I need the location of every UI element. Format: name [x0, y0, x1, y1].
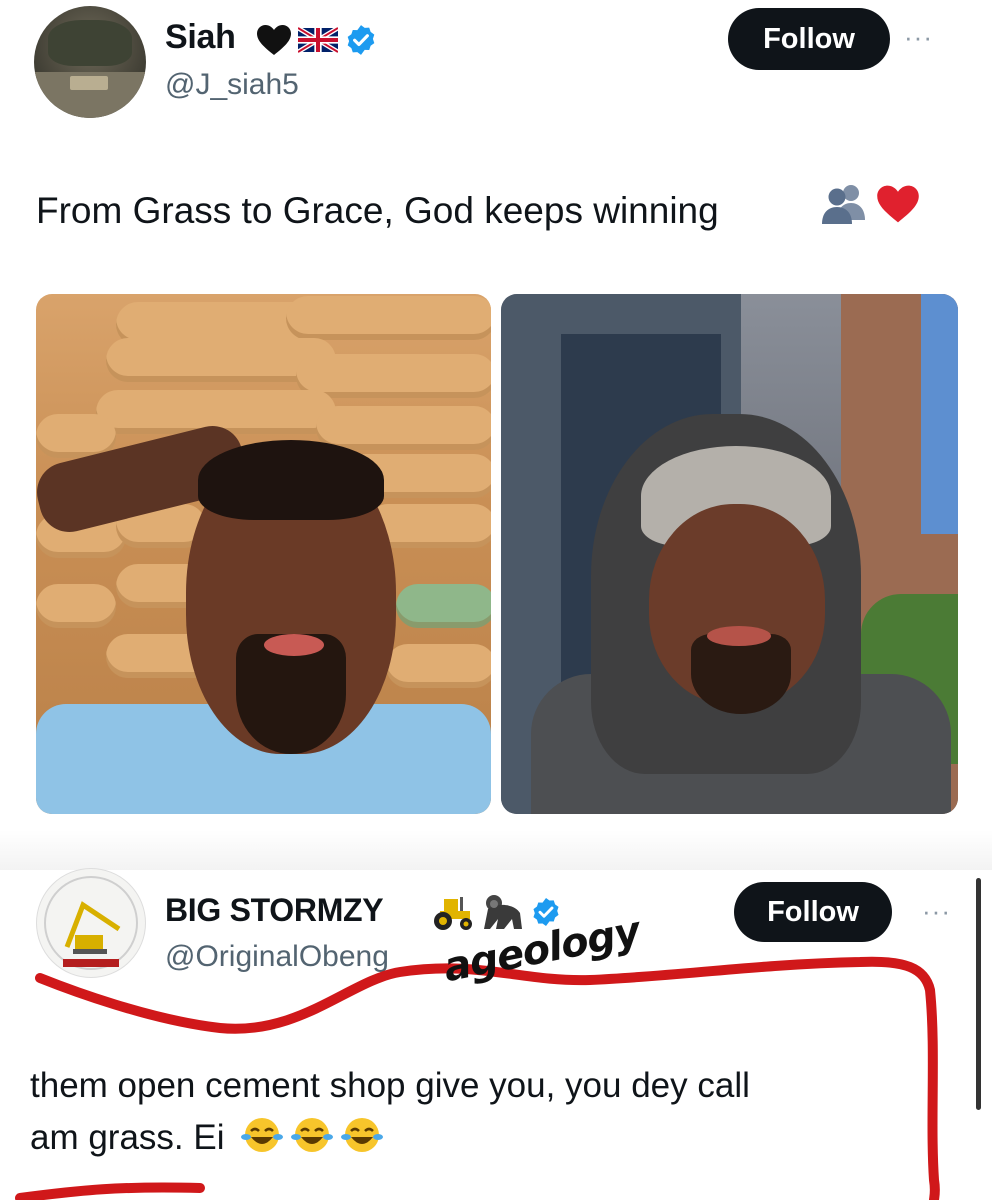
- verified-badge-icon: [347, 25, 375, 55]
- tweet-text-line2: am grass. Ei: [30, 1118, 225, 1157]
- black-heart-icon: [257, 25, 291, 55]
- display-name[interactable]: BIG STORMZY: [165, 892, 384, 929]
- uk-flag-icon: [298, 26, 338, 54]
- profile-avatar[interactable]: [34, 6, 146, 118]
- follow-button[interactable]: Follow: [728, 8, 890, 70]
- tweet-text: them open cement shop give you, you dey …: [30, 1060, 930, 1170]
- tweet-divider: [0, 830, 992, 870]
- tweet-text: From Grass to Grace, God keeps winning: [36, 190, 719, 231]
- more-options-icon[interactable]: ···: [922, 896, 951, 927]
- user-handle[interactable]: @J_siah5: [165, 68, 299, 102]
- name-badges: [256, 22, 378, 58]
- busts-in-silhouette-icon: [822, 185, 865, 224]
- tractor-icon: [434, 897, 472, 930]
- gorilla-icon: [484, 895, 522, 929]
- tears-of-joy-icon: [240, 1115, 284, 1170]
- follow-button[interactable]: Follow: [734, 882, 892, 942]
- tweet-text-line1: them open cement shop give you, you dey …: [30, 1066, 750, 1105]
- display-name[interactable]: Siah: [165, 18, 236, 57]
- after-photo[interactable]: [501, 294, 958, 814]
- more-options-icon[interactable]: ···: [904, 22, 933, 53]
- before-photo[interactable]: [36, 294, 491, 814]
- tears-of-joy-icon: [340, 1115, 384, 1170]
- tweet-emojis: [818, 182, 920, 226]
- red-heart-icon: [877, 185, 919, 223]
- tears-of-joy-icon: [290, 1115, 334, 1170]
